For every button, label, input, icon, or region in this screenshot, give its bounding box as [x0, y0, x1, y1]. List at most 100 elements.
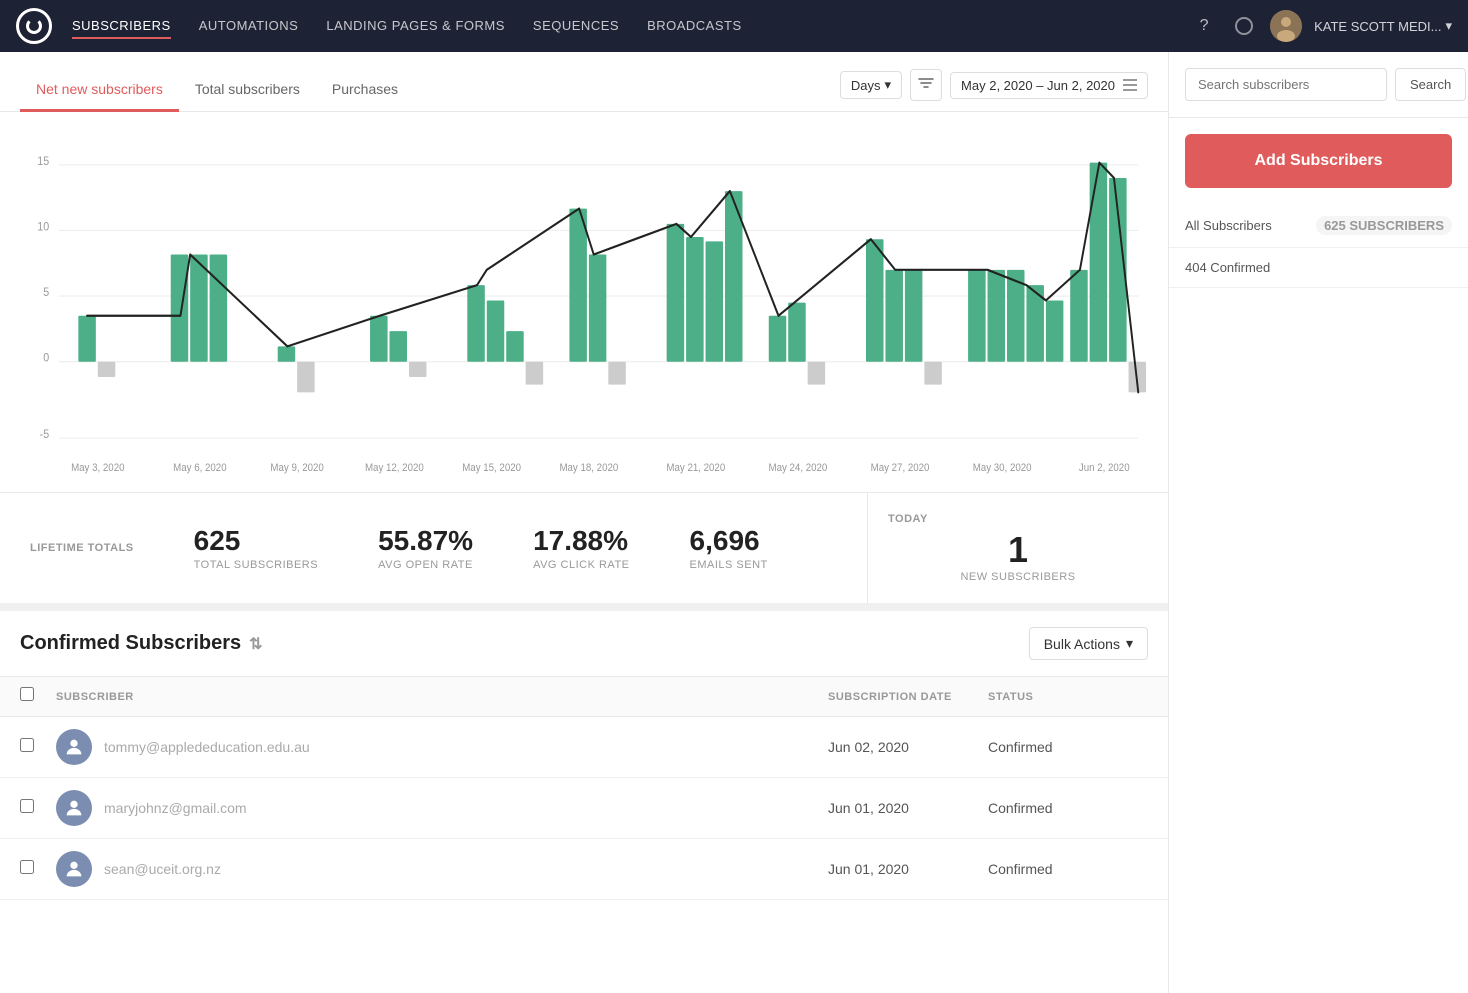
- svg-text:May 27, 2020: May 27, 2020: [871, 463, 930, 475]
- nav-link-landing-pages[interactable]: LANDING PAGES & FORMS: [326, 14, 505, 39]
- tab-total-subscribers[interactable]: Total subscribers: [179, 81, 316, 112]
- select-all-checkbox[interactable]: [20, 687, 56, 706]
- svg-text:May 18, 2020: May 18, 2020: [559, 463, 618, 475]
- avg-open-rate-label: AVG OPEN RATE: [378, 559, 473, 571]
- subscriber-avatar-3: [56, 851, 92, 887]
- nav-right: ? KATE SCOTT MEDI... ▾: [1190, 10, 1452, 42]
- tab-controls: Days ▾ May 2, 2020 – Jun 2, 2020: [840, 69, 1148, 111]
- sidebar-stat-confirmed: 404 Confirmed: [1169, 248, 1468, 288]
- content-area: Net new subscribers Total subscribers Pu…: [0, 52, 1168, 993]
- sidebar-search: Search: [1169, 52, 1468, 118]
- bulk-actions-button[interactable]: Bulk Actions ▾: [1029, 627, 1148, 660]
- logo-icon: [26, 18, 42, 34]
- subscriber-avatar-1: [56, 729, 92, 765]
- subscriber-avatar-2: [56, 790, 92, 826]
- avg-click-rate-label: AVG CLICK RATE: [533, 559, 629, 571]
- row-checkbox-2[interactable]: [20, 799, 56, 818]
- table-row: sean@uceit.org.nz Jun 01, 2020 Confirmed: [0, 839, 1168, 900]
- avg-open-rate-value: 55.87%: [378, 525, 473, 557]
- add-subscribers-button[interactable]: Add Subscribers: [1185, 134, 1452, 188]
- nav-link-automations[interactable]: AUTOMATIONS: [199, 14, 299, 39]
- total-subscribers-value: 625: [194, 525, 318, 557]
- table-row: maryjohnz@gmail.com Jun 01, 2020 Confirm…: [0, 778, 1168, 839]
- column-headers: SUBSCRIBER SUBSCRIPTION DATE STATUS: [0, 677, 1168, 717]
- svg-text:May 24, 2020: May 24, 2020: [769, 463, 828, 475]
- svg-text:May 21, 2020: May 21, 2020: [666, 463, 725, 475]
- nav-link-subscribers[interactable]: SUBSCRIBERS: [72, 14, 171, 39]
- svg-text:10: 10: [37, 221, 49, 234]
- subscription-date-2: Jun 01, 2020: [828, 800, 988, 816]
- svg-text:0: 0: [43, 352, 49, 365]
- nav-link-sequences[interactable]: SEQUENCES: [533, 14, 619, 39]
- search-button[interactable]: Search: [1395, 68, 1466, 101]
- date-range-text: May 2, 2020 – Jun 2, 2020: [961, 78, 1115, 93]
- chevron-down-icon: ▾: [1445, 18, 1452, 34]
- tabs-bar: Net new subscribers Total subscribers Pu…: [0, 52, 1168, 112]
- table-title: Confirmed Subscribers ⇅: [20, 632, 263, 655]
- navigation: SUBSCRIBERS AUTOMATIONS LANDING PAGES & …: [0, 0, 1468, 52]
- sort-icon[interactable]: ⇅: [249, 634, 262, 654]
- today-num: 1: [1008, 529, 1028, 571]
- emails-sent-value: 6,696: [690, 525, 768, 557]
- date-range[interactable]: May 2, 2020 – Jun 2, 2020: [950, 72, 1148, 99]
- svg-text:-5: -5: [40, 429, 50, 442]
- search-input[interactable]: [1185, 68, 1387, 101]
- select-all-input[interactable]: [20, 687, 34, 701]
- chevron-down-icon: ▾: [1126, 635, 1133, 652]
- chart-svg: 15 10 5 0 -5: [20, 132, 1148, 482]
- chart-container: 15 10 5 0 -5: [0, 112, 1168, 492]
- lifetime-label: LIFETIME TOTALS: [30, 542, 134, 554]
- today-unit: NEW SUBSCRIBERS: [960, 571, 1075, 583]
- svg-text:May 9, 2020: May 9, 2020: [270, 463, 324, 475]
- help-icon[interactable]: ?: [1190, 12, 1218, 40]
- subscriber-email-2[interactable]: maryjohnz@gmail.com: [104, 800, 828, 816]
- logo[interactable]: [16, 8, 52, 44]
- tab-purchases[interactable]: Purchases: [316, 81, 414, 112]
- main-layout: Net new subscribers Total subscribers Pu…: [0, 52, 1468, 993]
- days-label: Days: [851, 78, 881, 93]
- row-checkbox-3[interactable]: [20, 860, 56, 879]
- loading-icon: [1230, 12, 1258, 40]
- col-date-header: SUBSCRIPTION DATE: [828, 691, 988, 703]
- user-name: KATE SCOTT MEDI...: [1314, 19, 1441, 34]
- filter-icon: [918, 78, 934, 92]
- subscription-status-3: Confirmed: [988, 861, 1148, 877]
- subscription-date-3: Jun 01, 2020: [828, 861, 988, 877]
- user-menu[interactable]: KATE SCOTT MEDI... ▾: [1314, 18, 1452, 34]
- tabs: Net new subscribers Total subscribers Pu…: [20, 81, 414, 111]
- emails-sent-label: EMAILS SENT: [690, 559, 768, 571]
- subscriber-email-3[interactable]: sean@uceit.org.nz: [104, 861, 828, 877]
- row-checkbox-1[interactable]: [20, 738, 56, 757]
- all-subscribers-label: All Subscribers: [1185, 218, 1272, 233]
- nav-links: SUBSCRIBERS AUTOMATIONS LANDING PAGES & …: [72, 14, 1190, 39]
- tab-net-new-subscribers[interactable]: Net new subscribers: [20, 81, 179, 112]
- nav-link-broadcasts[interactable]: BROADCASTS: [647, 14, 742, 39]
- svg-text:May 12, 2020: May 12, 2020: [365, 463, 424, 475]
- avatar[interactable]: [1270, 10, 1302, 42]
- stat-total-subscribers: 625 TOTAL SUBSCRIBERS: [194, 525, 318, 571]
- stats-bar: LIFETIME TOTALS 625 TOTAL SUBSCRIBERS 55…: [0, 492, 1168, 603]
- table-section: Confirmed Subscribers ⇅ Bulk Actions ▾ S…: [0, 603, 1168, 900]
- sidebar-stat-all: All Subscribers 625 SUBSCRIBERS: [1169, 204, 1468, 248]
- total-subscribers-label: TOTAL SUBSCRIBERS: [194, 559, 318, 571]
- stats-left: LIFETIME TOTALS 625 TOTAL SUBSCRIBERS 55…: [0, 493, 868, 603]
- svg-text:May 30, 2020: May 30, 2020: [973, 463, 1032, 475]
- today-label: TODAY: [888, 513, 928, 525]
- table-row: tommy@applededucation.edu.au Jun 02, 202…: [0, 717, 1168, 778]
- subscriber-email-1[interactable]: tommy@applededucation.edu.au: [104, 739, 828, 755]
- all-subscribers-value: 625 SUBSCRIBERS: [1316, 216, 1452, 235]
- filter-button[interactable]: [910, 69, 942, 101]
- stat-avg-open-rate: 55.87% AVG OPEN RATE: [378, 525, 473, 571]
- svg-text:5: 5: [43, 287, 49, 300]
- bulk-actions-label: Bulk Actions: [1044, 636, 1120, 652]
- days-select[interactable]: Days ▾: [840, 71, 902, 99]
- svg-text:May 15, 2020: May 15, 2020: [462, 463, 521, 475]
- svg-text:Jun 2, 2020: Jun 2, 2020: [1079, 463, 1130, 475]
- subscription-date-1: Jun 02, 2020: [828, 739, 988, 755]
- avg-click-rate-value: 17.88%: [533, 525, 629, 557]
- stat-emails-sent: 6,696 EMAILS SENT: [690, 525, 768, 571]
- col-subscriber-header: SUBSCRIBER: [56, 691, 828, 703]
- table-header: Confirmed Subscribers ⇅ Bulk Actions ▾: [0, 611, 1168, 677]
- svg-text:May 3, 2020: May 3, 2020: [71, 463, 125, 475]
- stat-avg-click-rate: 17.88% AVG CLICK RATE: [533, 525, 629, 571]
